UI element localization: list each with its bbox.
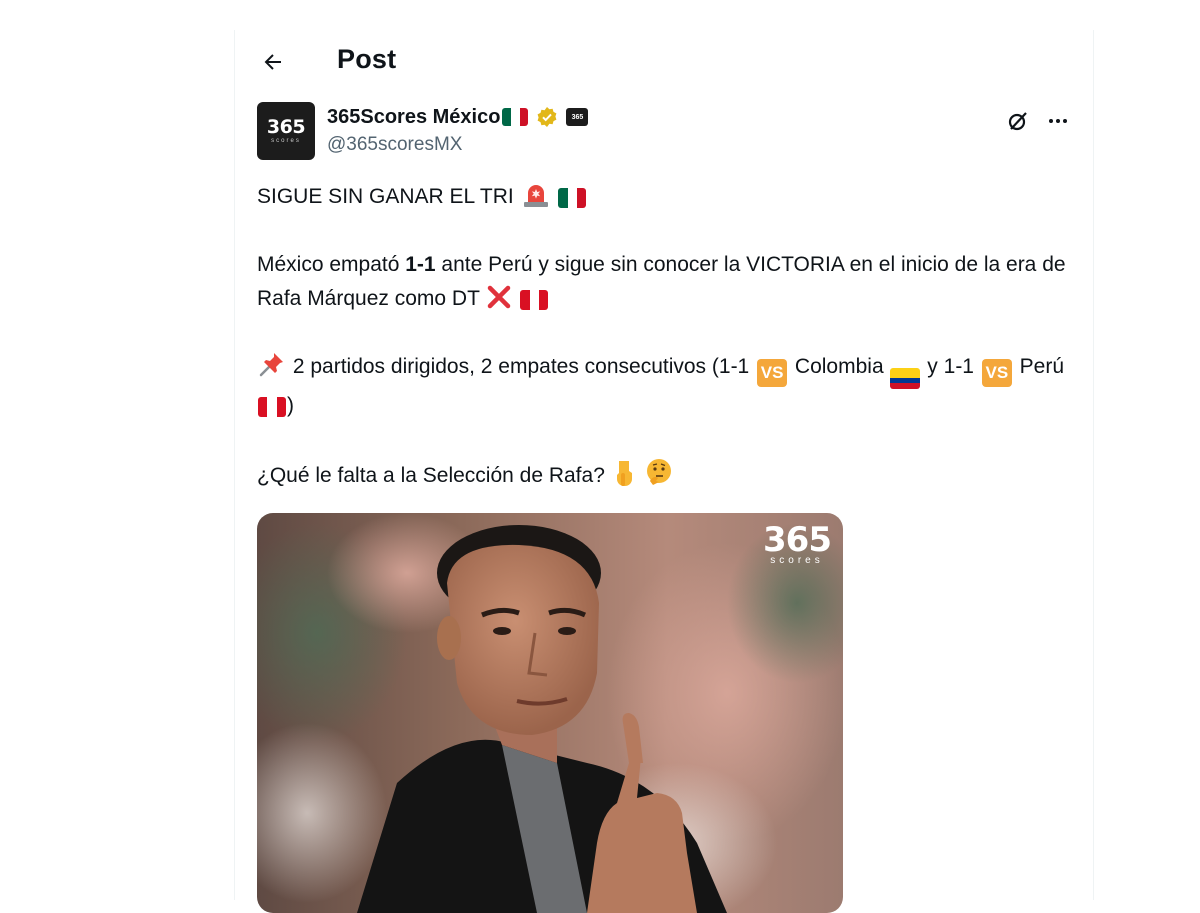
tweet-paragraph: ¿Qué le falta a la Selección de Rafa? [257,457,1077,493]
peru-flag-icon [258,396,286,417]
tweet-paragraph: 2 partidos dirigidos, 2 empates consecut… [257,350,1077,423]
tweet-text-segment: ) [287,393,294,417]
avatar-logo-text: 365 [266,116,306,138]
affiliate-badge[interactable]: 365 [566,108,589,126]
page-title: Post [337,44,397,74]
vs-badge: VS [981,359,1012,387]
tweet-media-image[interactable]: 365 scores [257,513,843,913]
pushpin-icon [259,353,283,377]
tweet-text-segment: 2 partidos dirigidos, 2 empates consecut… [287,355,756,378]
more-horizontal-icon [1049,119,1067,123]
thinking-face-icon [646,458,671,485]
media-logo-subtext: scores [770,555,824,566]
tweet-paragraph: México empató 1-1 ante Perú y sigue sin … [257,248,1077,316]
vs-badge: VS [757,359,788,387]
peru-flag-icon [520,290,549,310]
display-name[interactable]: 365Scores México [327,106,500,129]
tweet-paragraph: SIGUE SIN GANAR EL TRI [257,180,1077,214]
avatar[interactable]: 365 scores [257,102,315,160]
tweet-text-segment: México empató [257,253,406,276]
grok-icon [1008,112,1027,131]
colombia-flag-icon [890,367,921,389]
media-logo-text: 365 [763,520,832,560]
tweet-text-segment: y 1-1 [921,355,980,378]
media-watermark-logo: 365 scores [763,520,832,566]
tweet-text-segment: Colombia [789,355,890,378]
tweet-score: 1-1 [405,253,436,276]
display-name-row: 365Scores México 365 [327,104,589,130]
user-handle[interactable]: @365scoresMX [327,134,588,156]
avatar-logo-subtext: scores [271,138,301,144]
grok-button[interactable] [1003,106,1033,136]
back-button[interactable] [253,42,293,82]
siren-icon [523,185,548,207]
coach-photo [257,513,843,913]
tweet-text: SIGUE SIN GANAR EL TRI México empató 1-1… [257,180,1077,493]
author-info: 365Scores México 365 @365scoresMX [327,104,589,156]
post-header: Post [235,30,1093,92]
pointing-down-icon [616,460,632,486]
verified-badge-icon[interactable] [536,106,558,128]
post-column: Post 365 scores 365Scores México 365 @36… [234,30,1094,913]
mexico-flag-icon [502,108,529,126]
mexico-flag-icon [558,188,587,208]
cross-mark-icon [488,285,511,309]
tweet-text-segment: ¿Qué le falta a la Selección de Rafa? [257,463,605,487]
more-button[interactable] [1043,106,1073,136]
tweet-text-segment: Perú [1013,355,1065,378]
arrow-left-icon [264,54,281,70]
tweet-line: SIGUE SIN GANAR EL TRI [257,185,514,208]
